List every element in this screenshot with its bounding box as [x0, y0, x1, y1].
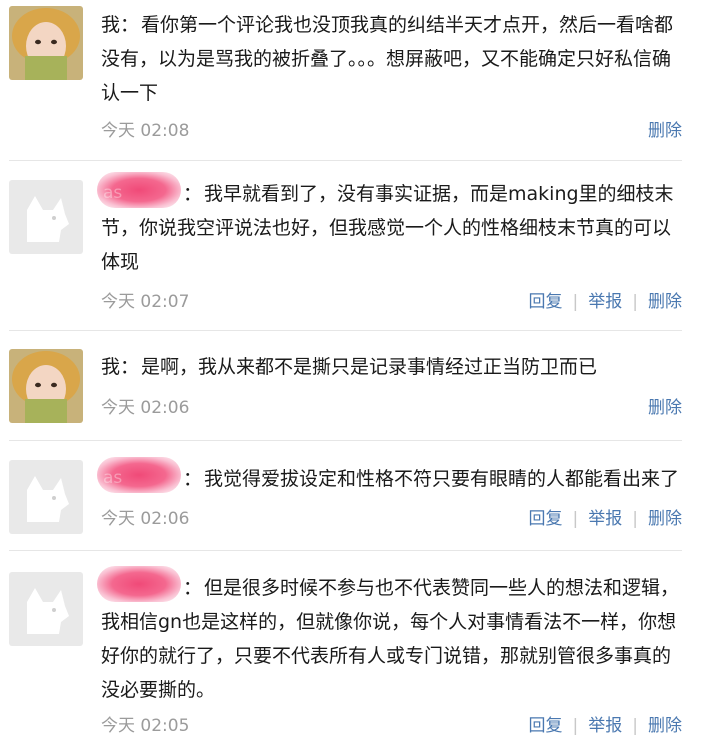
- comment-time: 今天 02:06: [101, 509, 190, 529]
- comment-content: 看你第一个评论我也没顶我真的纠结半天才点开，然后一看啥都没有，以为是骂我的被折叠…: [101, 14, 674, 104]
- comment-author-redacted[interactable]: as: [97, 172, 181, 208]
- comment-author[interactable]: 我: [101, 14, 120, 36]
- comment-text: as ：我早就看到了，没有事实证据，而是making里的细枝末节，你说我空评说法也…: [97, 172, 682, 279]
- delete-link[interactable]: 删除: [648, 292, 682, 312]
- comment-author: as: [103, 468, 123, 488]
- default-dog-avatar-icon: [9, 180, 83, 254]
- default-dog-avatar-icon: [9, 572, 83, 646]
- delete-link[interactable]: 删除: [648, 716, 682, 736]
- comment-author-redacted[interactable]: as: [97, 457, 181, 493]
- comment-actions: 删除: [648, 393, 682, 418]
- comment-text: ：但是很多时候不参与也不代表赞同一些人的想法和逻辑，我相信gn也是这样的，但就像…: [97, 566, 682, 707]
- delete-link[interactable]: 删除: [648, 398, 682, 418]
- comment-author-redacted[interactable]: [97, 566, 181, 602]
- action-separator: |: [632, 292, 638, 312]
- avatar[interactable]: [9, 349, 83, 423]
- delete-link[interactable]: 删除: [648, 121, 682, 141]
- divider: [9, 550, 682, 551]
- author-separator: ：: [120, 14, 142, 36]
- author-separator: ：: [183, 577, 205, 599]
- reply-link[interactable]: 回复: [529, 716, 563, 736]
- author-separator: ：: [120, 356, 142, 378]
- comment-text: as ：我觉得爱拔设定和性格不符只要有眼睛的人都能看出来了: [97, 457, 682, 496]
- divider: [9, 440, 682, 441]
- avatar[interactable]: [9, 572, 83, 646]
- action-separator: |: [572, 292, 579, 312]
- comment-content: 是啊，我从来都不是撕只是记录事情经过正当防卫而已: [141, 356, 598, 378]
- comment-content: 我觉得爱拔设定和性格不符只要有眼睛的人都能看出来了: [204, 468, 680, 490]
- reply-link[interactable]: 回复: [529, 509, 563, 529]
- comment-time: 今天 02:05: [101, 716, 190, 736]
- avatar[interactable]: [9, 6, 83, 80]
- comment-author[interactable]: 我: [101, 356, 120, 378]
- comment-actions: 回复 | 举报 | 删除: [529, 504, 682, 529]
- action-separator: |: [632, 716, 638, 736]
- comment-time: 今天 02:06: [101, 398, 190, 418]
- avatar[interactable]: [9, 180, 83, 254]
- comment-author: as: [103, 183, 123, 203]
- divider: [9, 330, 682, 331]
- author-separator: ：: [183, 183, 205, 205]
- user-photo-avatar-icon: [9, 349, 83, 423]
- comment-actions: 回复 | 举报 | 删除: [529, 287, 682, 312]
- report-link[interactable]: 举报: [588, 716, 622, 736]
- comment-actions: 删除: [648, 116, 682, 141]
- action-separator: |: [572, 509, 579, 529]
- comment-time: 今天 02:08: [101, 121, 190, 141]
- comment-actions: 回复 | 举报 | 删除: [529, 711, 682, 736]
- user-photo-avatar-icon: [9, 6, 83, 80]
- report-link[interactable]: 举报: [588, 292, 622, 312]
- redaction-blur: [97, 566, 181, 602]
- comment-text: 我：看你第一个评论我也没顶我真的纠结半天才点开，然后一看啥都没有，以为是骂我的被…: [101, 8, 682, 110]
- action-separator: |: [632, 509, 638, 529]
- delete-link[interactable]: 删除: [648, 509, 682, 529]
- comment-time: 今天 02:07: [101, 292, 190, 312]
- default-dog-avatar-icon: [9, 460, 83, 534]
- report-link[interactable]: 举报: [588, 509, 622, 529]
- action-separator: |: [572, 716, 579, 736]
- reply-link[interactable]: 回复: [529, 292, 563, 312]
- comment-text: 我：是啊，我从来都不是撕只是记录事情经过正当防卫而已: [101, 350, 682, 384]
- divider: [9, 160, 682, 161]
- avatar[interactable]: [9, 460, 83, 534]
- author-separator: ：: [183, 468, 205, 490]
